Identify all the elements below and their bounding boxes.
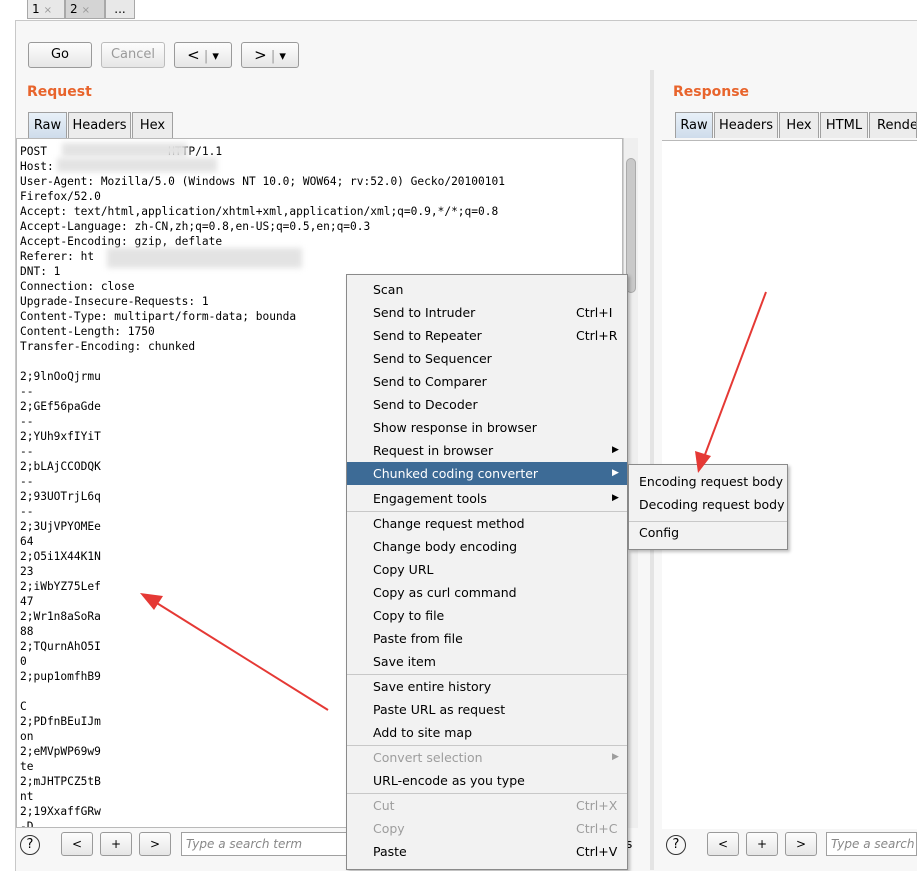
annotation-arrows — [140, 291, 767, 711]
arrow-to-chunked-body — [140, 593, 329, 711]
arrow-to-encoding-option — [695, 291, 767, 473]
